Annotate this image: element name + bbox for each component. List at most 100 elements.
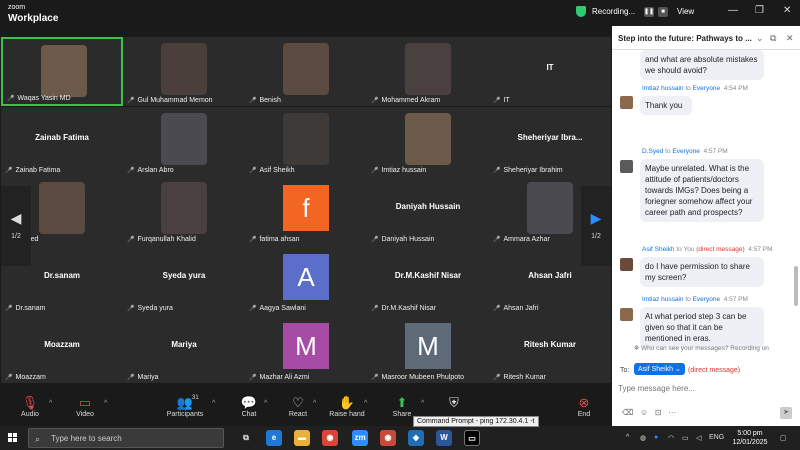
- audio-caret-icon[interactable]: ^: [49, 400, 52, 407]
- shield-icon: ⛨: [449, 395, 459, 410]
- stop-recording-button[interactable]: ■: [658, 7, 668, 17]
- raise-hand-caret-icon[interactable]: ^: [364, 400, 367, 407]
- zoom-tray-icon[interactable]: ●: [654, 434, 658, 441]
- close-chat-icon[interactable]: ✕: [786, 33, 794, 44]
- restore-icon[interactable]: ❐: [755, 5, 764, 16]
- chat-input[interactable]: [618, 380, 788, 396]
- react-caret-icon[interactable]: ^: [313, 400, 316, 407]
- end-button[interactable]: ⊗ End: [559, 395, 609, 418]
- participants-button[interactable]: 👥 31 Participants: [160, 395, 210, 418]
- participant-name-label: 🎤 Syeda yura: [127, 305, 173, 312]
- participant-tile[interactable]: IT 🎤 IT: [489, 37, 611, 106]
- battery-icon[interactable]: ▭: [682, 434, 689, 442]
- participant-tile[interactable]: 🎤 Mohammed Akram: [367, 37, 489, 106]
- chat-caret-icon[interactable]: ^: [264, 400, 267, 407]
- participant-name-label: 🎤 Ahsan Jafri: [493, 305, 539, 312]
- chrome-icon[interactable]: ◉: [322, 430, 338, 446]
- audio-button[interactable]: 🎙 Audio: [5, 395, 55, 418]
- participant-tile[interactable]: 🎤 Benish: [245, 37, 367, 106]
- task-view-icon[interactable]: ⧉: [238, 430, 254, 446]
- security-shield-icon[interactable]: [576, 6, 586, 17]
- zoom-taskbar-icon[interactable]: zm: [352, 430, 368, 446]
- chat-label: Chat: [241, 411, 257, 418]
- participant-name: Mariya: [137, 374, 159, 381]
- participant-tile[interactable]: M 🎤 Mazhar Ali Azmi: [245, 314, 367, 383]
- participant-tile[interactable]: M 🎤 Masroor Mubeen Phulpoto: [367, 314, 489, 383]
- recipient-select[interactable]: Asif Sheikh ⌄: [634, 363, 685, 375]
- participant-tile[interactable]: 🎤 Furqanullah Khalid: [123, 176, 245, 245]
- sender-name[interactable]: Asif Sheikh: [642, 246, 675, 253]
- language-indicator[interactable]: ENG: [709, 434, 724, 441]
- participant-tile[interactable]: Sheheriyar Ibra... 🎤 Sheheriyar Ibrahim: [489, 107, 611, 176]
- participant-tile[interactable]: Ritesh Kumar 🎤 Ritesh Kumar: [489, 314, 611, 383]
- taskbar-search[interactable]: ⌕ Type here to search: [28, 428, 224, 448]
- participant-name-label: 🎤 Masroor Mubeen Phulpoto: [371, 374, 464, 381]
- participant-name: Ritesh Kumar: [503, 374, 546, 381]
- edge-icon[interactable]: e: [266, 430, 282, 446]
- next-page-button[interactable]: ▶ 1/2: [581, 186, 611, 266]
- popout-icon[interactable]: ⧉: [770, 33, 776, 44]
- word-icon[interactable]: W: [436, 430, 452, 446]
- video-caret-icon[interactable]: ^: [104, 400, 107, 407]
- sender-name[interactable]: Imtiaz hussain: [642, 85, 684, 92]
- participant-tile[interactable]: Daniyah Hussain 🎤 Daniyah Hussain: [367, 176, 489, 245]
- tray-chevron-icon[interactable]: ^: [626, 434, 629, 441]
- pause-recording-button[interactable]: ❚❚: [644, 7, 654, 17]
- file-explorer-icon[interactable]: ▬: [294, 430, 310, 446]
- clock-time: 5:00 pm: [737, 430, 763, 437]
- message-time: 4:57 PM: [748, 246, 773, 253]
- participant-tile[interactable]: Syeda yura 🎤 Syeda yura: [123, 245, 245, 314]
- sender-name[interactable]: Imtiaz hussain: [642, 296, 684, 303]
- clock[interactable]: 5:00 pm 12/01/2025: [730, 429, 770, 447]
- command-prompt-icon[interactable]: ▭: [464, 430, 480, 446]
- participant-tile[interactable]: Dr.M.Kashif Nisar 🎤 Dr.M.Kashif Nisar: [367, 245, 489, 314]
- app-icon[interactable]: ◆: [408, 430, 424, 446]
- view-button[interactable]: View: [677, 7, 694, 16]
- share-caret-icon[interactable]: ^: [421, 400, 424, 407]
- mic-muted-icon: 🎤: [371, 375, 379, 381]
- video-off-icon: ▭: [78, 395, 92, 410]
- wifi-icon[interactable]: ◠: [668, 434, 674, 442]
- participant-tile[interactable]: A 🎤 Aagya Sawlani: [245, 245, 367, 314]
- participant-name: Zainab Fatima: [15, 167, 61, 174]
- format-icon[interactable]: ⌫: [622, 408, 633, 417]
- avatar: [620, 308, 633, 321]
- participant-tile[interactable]: Mariya 🎤 Mariya: [123, 314, 245, 383]
- chevron-down-icon[interactable]: ⌄: [756, 33, 764, 44]
- participant-tile[interactable]: 🎤 Arslan Abro: [123, 107, 245, 176]
- previous-page-button[interactable]: ◀ 1/2: [1, 186, 31, 266]
- mic-icon: 🎤: [371, 98, 379, 104]
- participant-tile[interactable]: 🎤 Imtiaz hussain: [367, 107, 489, 176]
- sender-name[interactable]: D.Syed: [642, 148, 663, 155]
- participant-tile[interactable]: Zainab Fatima 🎤 Zainab Fatima: [1, 107, 123, 176]
- volume-icon[interactable]: ◁: [696, 434, 701, 442]
- notifications-icon[interactable]: ▢: [780, 434, 787, 442]
- tray-icon[interactable]: ◍: [640, 434, 646, 442]
- who-can-see-notice[interactable]: ⛯ Who can see your messages? Recording o…: [634, 345, 769, 353]
- participant-tile[interactable]: 🎤 Asif Sheikh: [245, 107, 367, 176]
- chat-scrollbar[interactable]: [794, 56, 798, 356]
- scroll-thumb[interactable]: [794, 266, 798, 306]
- close-icon[interactable]: ✕: [783, 5, 791, 16]
- participant-tile[interactable]: Moazzam 🎤 Moazzam: [1, 314, 123, 383]
- page-indicator-left: 1/2: [11, 233, 21, 240]
- emoji-icon[interactable]: ☺: [640, 408, 648, 417]
- security-button[interactable]: ⛨: [429, 395, 479, 411]
- participant-tile[interactable]: f 🎤 fatima ahsan: [245, 176, 367, 245]
- share-button[interactable]: ⬆ Share: [377, 395, 427, 418]
- mic-muted-icon: 🎤: [371, 306, 379, 312]
- participant-tile[interactable]: 🎤 Waqas Yasin MD: [1, 37, 123, 106]
- participants-count: 31: [192, 395, 199, 401]
- more-options-icon[interactable]: ···: [668, 408, 676, 417]
- reply-icon[interactable]: ↩: [642, 358, 649, 360]
- emoji-react-icon[interactable]: ☺: [653, 358, 661, 360]
- participant-tile[interactable]: 🎤 Gul Muhammad Memon: [123, 37, 245, 106]
- send-button[interactable]: ➤: [780, 407, 792, 419]
- participants-caret-icon[interactable]: ^: [212, 400, 215, 407]
- screenshot-icon[interactable]: ⊡: [655, 408, 662, 417]
- minimize-icon[interactable]: —: [728, 5, 738, 16]
- video-button[interactable]: ▭ Video: [60, 395, 110, 418]
- windows-start-icon[interactable]: [8, 433, 18, 443]
- more-icon[interactable]: ···: [666, 358, 674, 360]
- chrome-profile-icon[interactable]: ◉: [380, 430, 396, 446]
